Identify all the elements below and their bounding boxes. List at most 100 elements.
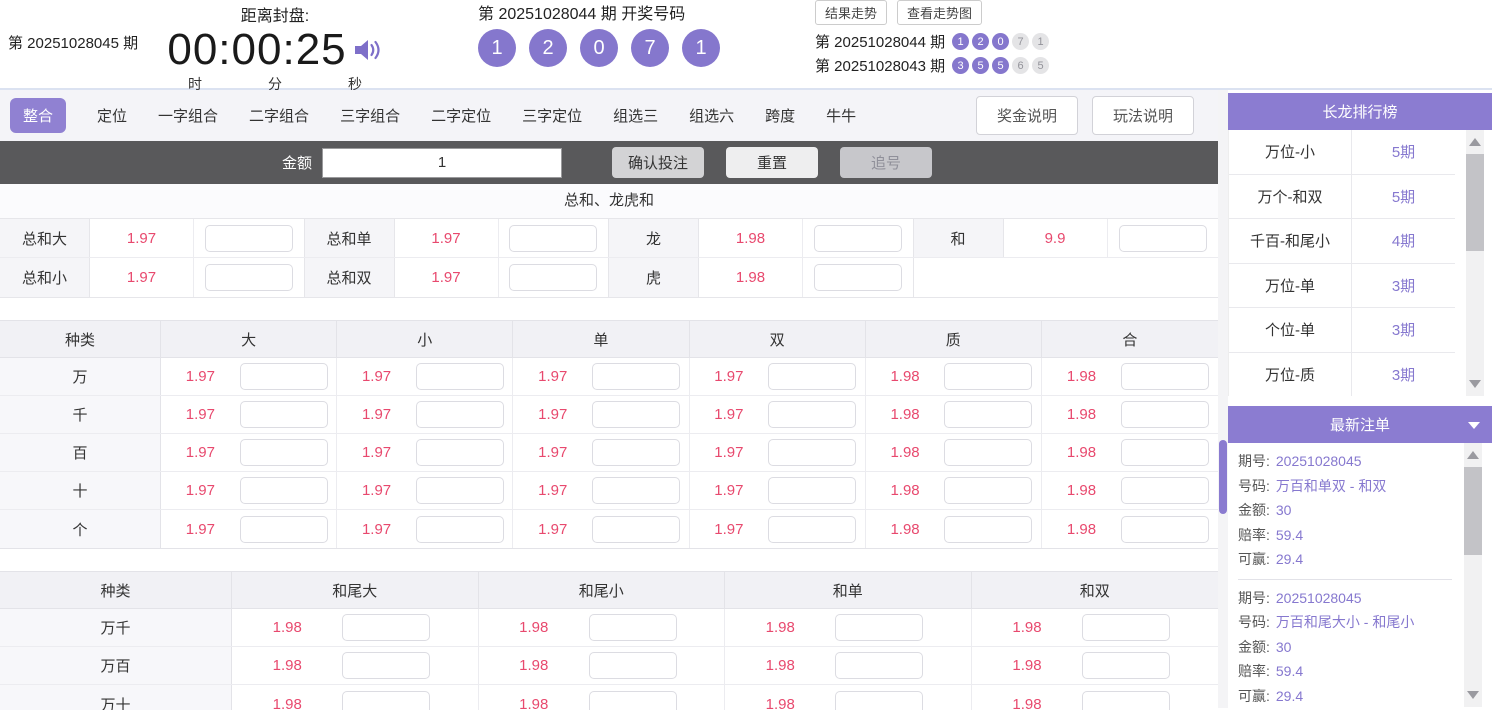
dragon-rank-row[interactable]: 个位-单 3期 [1229, 308, 1455, 353]
dragon-rank-row[interactable]: 万位-小 5期 [1229, 130, 1455, 175]
dragon-rank-row[interactable]: 千百-和尾小 4期 [1229, 219, 1455, 264]
scroll-down-icon[interactable] [1469, 380, 1481, 388]
confirm-bet-button[interactable]: 确认投注 [612, 147, 705, 178]
content-scrollbar[interactable] [1218, 90, 1228, 708]
chase-number-button[interactable]: 追号 [840, 147, 933, 178]
bet-amount-input[interactable] [1121, 363, 1210, 390]
row-label[interactable]: 十 [0, 472, 161, 509]
bet-option-label[interactable]: 总和大 [0, 219, 90, 257]
row-label[interactable]: 万千 [0, 609, 232, 646]
bet-amount-input[interactable] [944, 363, 1033, 390]
bet-amount-input[interactable] [239, 363, 328, 390]
result-trend-button[interactable]: 结果走势 [815, 0, 888, 25]
bet-amount-input[interactable] [835, 690, 924, 710]
bet-option-label[interactable]: 总和小 [0, 258, 90, 297]
bet-amount-input[interactable] [592, 401, 681, 428]
row-label[interactable]: 万 [0, 358, 161, 395]
bet-amount-input[interactable] [835, 652, 924, 679]
dragon-scrollbar[interactable] [1466, 130, 1484, 396]
scroll-up-icon[interactable] [1469, 138, 1481, 146]
bet-amount-input[interactable] [415, 363, 504, 390]
bet-amount-input[interactable] [944, 439, 1033, 466]
bet-amount-input[interactable] [1121, 401, 1210, 428]
bet-amount-input[interactable] [239, 401, 328, 428]
tab-跨度[interactable]: 跨度 [765, 105, 795, 126]
tab-三字定位[interactable]: 三字定位 [522, 105, 582, 126]
scroll-up-icon[interactable] [1467, 451, 1479, 459]
collapse-caret-icon[interactable] [1468, 422, 1480, 429]
tab-二字定位[interactable]: 二字定位 [431, 105, 491, 126]
bet-amount-input[interactable] [588, 690, 677, 710]
bet-amount-input[interactable] [415, 401, 504, 428]
orders-scrollbar[interactable] [1464, 443, 1482, 707]
tab-二字组合[interactable]: 二字组合 [249, 105, 309, 126]
tab-牛牛[interactable]: 牛牛 [826, 105, 856, 126]
bet-amount-input[interactable] [944, 477, 1033, 504]
bet-amount-input[interactable] [944, 515, 1033, 543]
bet-amount-input[interactable] [239, 515, 328, 543]
bet-amount-input[interactable] [509, 224, 598, 252]
bet-amount-input[interactable] [588, 614, 677, 641]
bet-amount-input[interactable] [592, 363, 681, 390]
bet-amount-input[interactable] [1121, 515, 1210, 543]
bet-amount-input[interactable] [342, 652, 431, 679]
dragon-rank-row[interactable]: 万个-和双 5期 [1229, 174, 1455, 219]
bet-amount-input[interactable] [1082, 614, 1171, 641]
bet-amount-input[interactable] [239, 477, 328, 504]
bet-amount-input[interactable] [1082, 652, 1171, 679]
bet-amount-input[interactable] [509, 264, 598, 291]
bet-amount-input[interactable] [342, 614, 431, 641]
row-label[interactable]: 个 [0, 510, 161, 548]
dragon-rank-row[interactable]: 万位-质 3期 [1229, 352, 1455, 396]
tab-一字组合[interactable]: 一字组合 [158, 105, 218, 126]
dragon-rank-row[interactable]: 万位-单 3期 [1229, 263, 1455, 308]
bet-amount-input[interactable] [813, 264, 902, 291]
bet-amount-input[interactable] [944, 401, 1033, 428]
bet-amount-input[interactable] [1118, 224, 1207, 252]
bet-amount-input[interactable] [204, 224, 293, 252]
tab-整合[interactable]: 整合 [10, 98, 67, 133]
reset-button[interactable]: 重置 [726, 147, 819, 178]
dragon-scrollbar-thumb[interactable] [1466, 154, 1484, 251]
tab-组选六[interactable]: 组选六 [689, 105, 734, 126]
bet-amount-input[interactable] [415, 439, 504, 466]
bet-amount-input[interactable] [768, 477, 857, 504]
tab-组选三[interactable]: 组选三 [613, 105, 658, 126]
bet-amount-input[interactable] [588, 652, 677, 679]
scroll-down-icon[interactable] [1467, 691, 1479, 699]
bet-amount-input[interactable] [1082, 690, 1171, 710]
orders-scrollbar-thumb[interactable] [1464, 467, 1482, 555]
row-label[interactable]: 百 [0, 434, 161, 471]
bet-option-label[interactable]: 总和双 [304, 258, 395, 297]
bet-amount-input[interactable] [835, 614, 924, 641]
bet-option-label[interactable]: 和 [913, 219, 1004, 257]
prize-info-button[interactable]: 奖金说明 [975, 96, 1078, 135]
bet-amount-input[interactable] [204, 264, 293, 291]
bet-amount-input[interactable] [239, 439, 328, 466]
bet-amount-input[interactable] [768, 515, 857, 543]
bet-amount-input[interactable] [813, 224, 902, 252]
row-label[interactable]: 万十 [0, 685, 232, 710]
bet-option-label[interactable]: 虎 [609, 258, 699, 297]
bet-amount-input[interactable] [768, 401, 857, 428]
bet-amount-input[interactable] [342, 690, 431, 710]
rules-info-button[interactable]: 玩法说明 [1091, 96, 1194, 135]
bet-amount-input[interactable] [415, 515, 504, 543]
amount-input[interactable] [322, 147, 563, 178]
bet-option-label[interactable]: 龙 [609, 219, 699, 257]
bet-amount-input[interactable] [1121, 477, 1210, 504]
tab-定位[interactable]: 定位 [97, 105, 127, 126]
tab-三字组合[interactable]: 三字组合 [340, 105, 400, 126]
content-scrollbar-thumb[interactable] [1219, 440, 1227, 514]
row-label[interactable]: 万百 [0, 647, 232, 684]
bet-amount-input[interactable] [592, 439, 681, 466]
bet-amount-input[interactable] [768, 439, 857, 466]
bet-option-label[interactable]: 总和单 [304, 219, 395, 257]
view-chart-button[interactable]: 查看走势图 [897, 0, 983, 25]
speaker-icon[interactable] [353, 37, 383, 68]
row-label[interactable]: 千 [0, 396, 161, 433]
bet-amount-input[interactable] [592, 477, 681, 504]
bet-amount-input[interactable] [415, 477, 504, 504]
bet-amount-input[interactable] [1121, 439, 1210, 466]
bet-amount-input[interactable] [768, 363, 857, 390]
